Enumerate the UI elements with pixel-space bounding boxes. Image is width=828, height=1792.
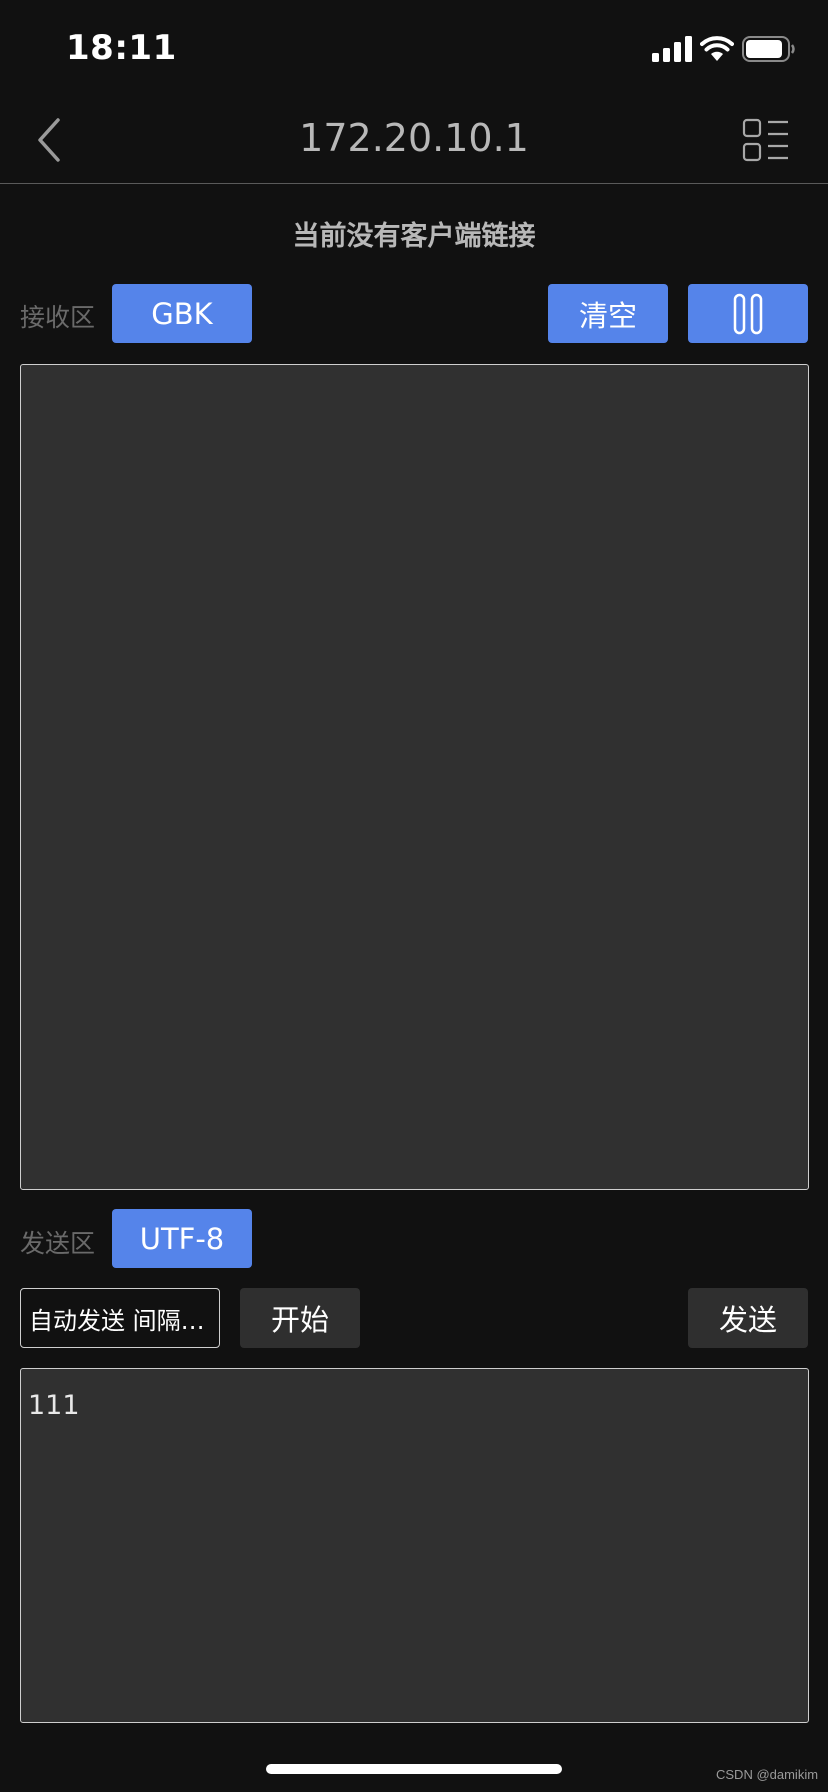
auto-send-interval-placeholder: 自动发送 间隔… bbox=[29, 1306, 205, 1335]
page-title: 172.20.10.1 bbox=[299, 116, 529, 160]
receive-encoding-label: GBK bbox=[151, 296, 213, 331]
send-textarea[interactable] bbox=[20, 1368, 809, 1723]
start-button[interactable]: 开始 bbox=[240, 1288, 360, 1348]
pause-button[interactable] bbox=[688, 284, 808, 343]
send-button-label: 发送 bbox=[718, 1303, 777, 1337]
clear-button[interactable]: 清空 bbox=[548, 284, 668, 343]
clear-button-label: 清空 bbox=[578, 298, 637, 333]
start-button-label: 开始 bbox=[270, 1303, 329, 1337]
watermark: CSDN @damikim bbox=[716, 1767, 819, 1782]
pause-icon bbox=[733, 293, 763, 334]
nav-divider bbox=[0, 183, 828, 184]
send-button[interactable]: 发送 bbox=[688, 1288, 808, 1348]
receive-textarea[interactable] bbox=[20, 364, 809, 1190]
home-indicator bbox=[266, 1764, 562, 1774]
send-encoding-label: UTF-8 bbox=[139, 1221, 225, 1256]
send-area-label: 发送区 bbox=[20, 1229, 96, 1258]
wifi-icon bbox=[700, 36, 734, 61]
send-encoding-button[interactable]: UTF-8 bbox=[112, 1209, 252, 1268]
receive-encoding-button[interactable]: GBK bbox=[112, 284, 252, 343]
list-menu-icon[interactable] bbox=[742, 116, 790, 164]
battery-icon bbox=[742, 36, 795, 62]
status-time: 18:11 bbox=[66, 28, 177, 68]
receive-area-label: 接收区 bbox=[20, 303, 96, 332]
connection-status: 当前没有客户端链接 bbox=[292, 221, 536, 252]
auto-send-interval-input[interactable]: 自动发送 间隔… bbox=[20, 1288, 220, 1348]
send-content: 111 bbox=[28, 1390, 80, 1421]
signal-icon bbox=[652, 36, 692, 62]
